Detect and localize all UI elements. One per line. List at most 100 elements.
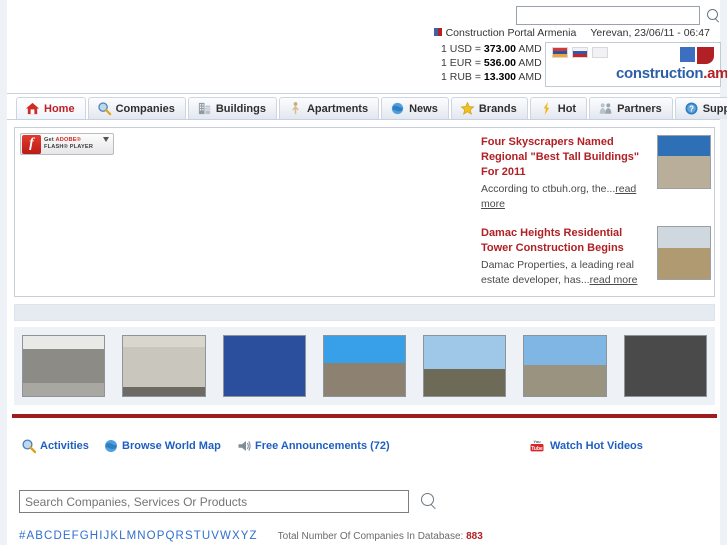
photo-gallery-strip bbox=[14, 327, 715, 405]
rate-unit: AMD bbox=[518, 43, 542, 55]
footer-link-label: Free Announcements (72) bbox=[255, 440, 390, 452]
footer-link-hot-videos[interactable]: You Tube Watch Hot Videos bbox=[527, 438, 643, 454]
database-count-value: 883 bbox=[466, 531, 483, 542]
footer-links-row: Activities Browse World Map Free Announc… bbox=[19, 438, 720, 458]
tab-partners[interactable]: Partners bbox=[589, 97, 673, 119]
question-icon: ? bbox=[685, 102, 698, 115]
tab-home[interactable]: Home bbox=[16, 97, 86, 119]
read-more-link[interactable]: read more bbox=[590, 274, 638, 286]
page-content: Construction Portal Armenia Yerevan, 23/0… bbox=[7, 0, 727, 545]
red-divider-rule bbox=[12, 414, 717, 418]
news-list: Four Skyscrapers Named Regional "Best Ta… bbox=[481, 135, 727, 302]
globe-icon bbox=[105, 440, 117, 452]
home-icon bbox=[25, 102, 40, 115]
news-title[interactable]: Four Skyscrapers Named Regional "Best Ta… bbox=[481, 135, 649, 180]
svg-text:?: ? bbox=[689, 105, 694, 114]
svg-text:Tube: Tube bbox=[531, 446, 543, 452]
flag-russia-icon[interactable] bbox=[572, 47, 588, 58]
tab-brands[interactable]: Brands bbox=[450, 97, 528, 119]
rate-unit: AMD bbox=[518, 71, 542, 83]
portal-info-line: Construction Portal Armenia Yerevan, 23/0… bbox=[7, 27, 710, 39]
logo-text-accent: .am bbox=[703, 65, 727, 82]
rate-value: 13.300 bbox=[483, 71, 517, 83]
flash-player-icon: f bbox=[22, 134, 41, 154]
tab-apartments[interactable]: Apartments bbox=[278, 97, 380, 119]
gallery-thumbnail[interactable] bbox=[623, 335, 707, 397]
tab-support[interactable]: ? Support bbox=[674, 97, 727, 119]
gallery-thumbnail[interactable] bbox=[523, 335, 607, 397]
tab-label: Partners bbox=[617, 102, 662, 115]
company-search-input[interactable] bbox=[19, 490, 409, 513]
tab-companies[interactable]: Companies bbox=[87, 97, 186, 119]
header-search bbox=[516, 6, 721, 25]
alphabet-links[interactable]: #ABCDEFGHIJKLMNOPQRSTUVWXYZ bbox=[19, 530, 258, 542]
logo-text-main: construction bbox=[616, 65, 704, 82]
flash-get-label: Get bbox=[44, 137, 54, 143]
footer-link-activities[interactable]: Activities bbox=[21, 438, 89, 454]
youtube-icon: You Tube bbox=[530, 439, 544, 452]
svg-text:You: You bbox=[533, 439, 541, 444]
news-summary: According to ctbuh.org, the...read more bbox=[481, 182, 649, 212]
logo-blue-square-icon bbox=[680, 47, 695, 62]
footer-link-world-map[interactable]: Browse World Map bbox=[103, 438, 221, 454]
download-arrow-icon bbox=[103, 137, 109, 142]
logo-red-shape-icon bbox=[697, 47, 714, 64]
news-summary-text: According to ctbuh.org, the... bbox=[481, 183, 616, 195]
page-root: Construction Portal Armenia Yerevan, 23/0… bbox=[0, 0, 727, 545]
portal-name: Construction Portal Armenia bbox=[445, 27, 577, 39]
gallery-thumbnail[interactable] bbox=[122, 335, 206, 397]
flash-adobe-label: ADOBE® bbox=[55, 137, 82, 143]
news-summary: Damac Properties, a leading real estate … bbox=[481, 258, 649, 288]
flash-badge-text: Get ADOBE® FLASH® PLAYER bbox=[44, 137, 93, 151]
rate-label: 1 USD = bbox=[441, 43, 481, 55]
flash-player-badge[interactable]: f Get ADOBE® FLASH® PLAYER bbox=[20, 133, 114, 155]
company-search bbox=[19, 490, 438, 513]
alphabet-index-row: #ABCDEFGHIJKLMNOPQRSTUVWXYZ Total Number… bbox=[19, 530, 483, 542]
tab-hot[interactable]: Hot bbox=[529, 97, 588, 119]
tab-label: Companies bbox=[115, 102, 175, 115]
news-thumbnail[interactable] bbox=[657, 226, 711, 280]
tab-label: Brands bbox=[478, 102, 517, 115]
flag-armenia-icon[interactable] bbox=[552, 47, 568, 58]
handshake-icon bbox=[599, 103, 612, 114]
section-divider-bar bbox=[14, 304, 715, 321]
gallery-thumbnail[interactable] bbox=[423, 335, 507, 397]
tab-label: Apartments bbox=[306, 102, 369, 115]
news-thumbnail[interactable] bbox=[657, 135, 711, 189]
rate-value: 373.00 bbox=[483, 43, 517, 55]
main-navigation: Home Companies Buildings Apartments News… bbox=[7, 94, 727, 120]
news-body: Four Skyscrapers Named Regional "Best Ta… bbox=[481, 135, 649, 212]
flag-armenia-icon bbox=[433, 28, 442, 36]
rate-label: 1 EUR = bbox=[441, 57, 481, 69]
rate-row: 1 RUB = 13.300 AMD bbox=[441, 70, 542, 84]
tab-label: Home bbox=[44, 102, 75, 115]
news-item: Four Skyscrapers Named Regional "Best Ta… bbox=[481, 135, 727, 212]
tab-buildings[interactable]: Buildings bbox=[187, 97, 277, 119]
search-icon[interactable] bbox=[707, 8, 721, 23]
language-switcher[interactable] bbox=[552, 47, 608, 58]
flag-english-icon[interactable] bbox=[592, 47, 608, 58]
logo-wordmark: construction.am bbox=[616, 65, 727, 82]
logo-glyph bbox=[680, 47, 714, 64]
tab-label: Support bbox=[702, 102, 727, 115]
site-header: Construction Portal Armenia Yerevan, 23/0… bbox=[7, 0, 727, 94]
left-gutter bbox=[0, 0, 7, 545]
footer-link-label: Activities bbox=[40, 440, 89, 452]
news-body: Damac Heights Residential Tower Construc… bbox=[481, 226, 649, 288]
gallery-thumbnail[interactable] bbox=[222, 335, 306, 397]
site-logo-box[interactable]: construction.am bbox=[545, 42, 727, 87]
search-input[interactable] bbox=[516, 6, 700, 25]
rate-row: 1 USD = 373.00 AMD bbox=[441, 42, 542, 56]
footer-link-announcements[interactable]: Free Announcements (72) bbox=[236, 438, 390, 454]
news-title[interactable]: Damac Heights Residential Tower Construc… bbox=[481, 226, 649, 256]
news-item: Damac Heights Residential Tower Construc… bbox=[481, 226, 727, 288]
database-count: Total Number Of Companies In Database: 8… bbox=[278, 531, 483, 542]
person-icon bbox=[292, 102, 299, 115]
search-icon[interactable] bbox=[421, 493, 438, 510]
rate-value: 536.00 bbox=[483, 57, 517, 69]
flame-icon bbox=[543, 101, 550, 116]
gallery-thumbnail[interactable] bbox=[322, 335, 407, 397]
location-datetime: Yerevan, 23/06/11 - 06:47 bbox=[590, 27, 710, 39]
tab-news[interactable]: News bbox=[381, 97, 449, 119]
gallery-thumbnail[interactable] bbox=[22, 335, 106, 397]
